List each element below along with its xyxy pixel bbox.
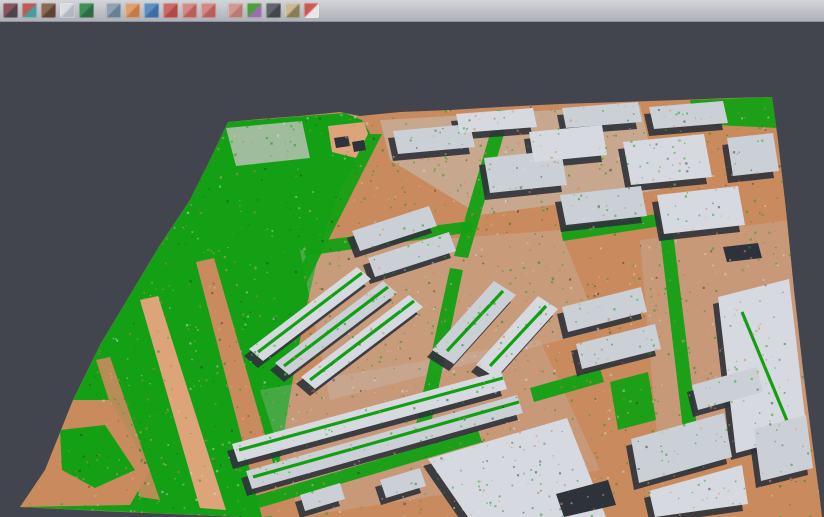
hillshade-icon[interactable] [266,3,281,18]
sparse-points-icon[interactable] [60,3,75,18]
3d-viewport[interactable] [0,22,824,517]
layers-icon[interactable] [163,3,178,18]
ground-patch [226,121,310,166]
classified-points-icon[interactable] [22,3,37,18]
classification-map-icon[interactable] [247,3,262,18]
toolbar-group-3 [228,3,319,18]
dark-structure [334,136,350,148]
toolbar [0,0,824,22]
flag-icon[interactable] [304,3,319,18]
application-window [0,0,824,517]
point-cloud-scene [0,22,824,517]
rect-select-icon[interactable] [201,3,216,18]
surface-vegetation-icon[interactable] [79,3,94,18]
measure-icon[interactable] [285,3,300,18]
orthophoto-icon[interactable] [125,3,140,18]
building-roof [727,133,779,176]
grid-select-icon[interactable] [228,3,243,18]
globe-icon[interactable] [144,3,159,18]
dark-structure [352,140,366,152]
cube-icon[interactable] [3,3,18,18]
profile-view-icon[interactable] [106,3,121,18]
terrain-hill-icon[interactable] [41,3,56,18]
circle-select-icon[interactable] [182,3,197,18]
tree-line [610,372,656,430]
toolbar-group-1 [3,3,94,18]
toolbar-group-2 [106,3,216,18]
